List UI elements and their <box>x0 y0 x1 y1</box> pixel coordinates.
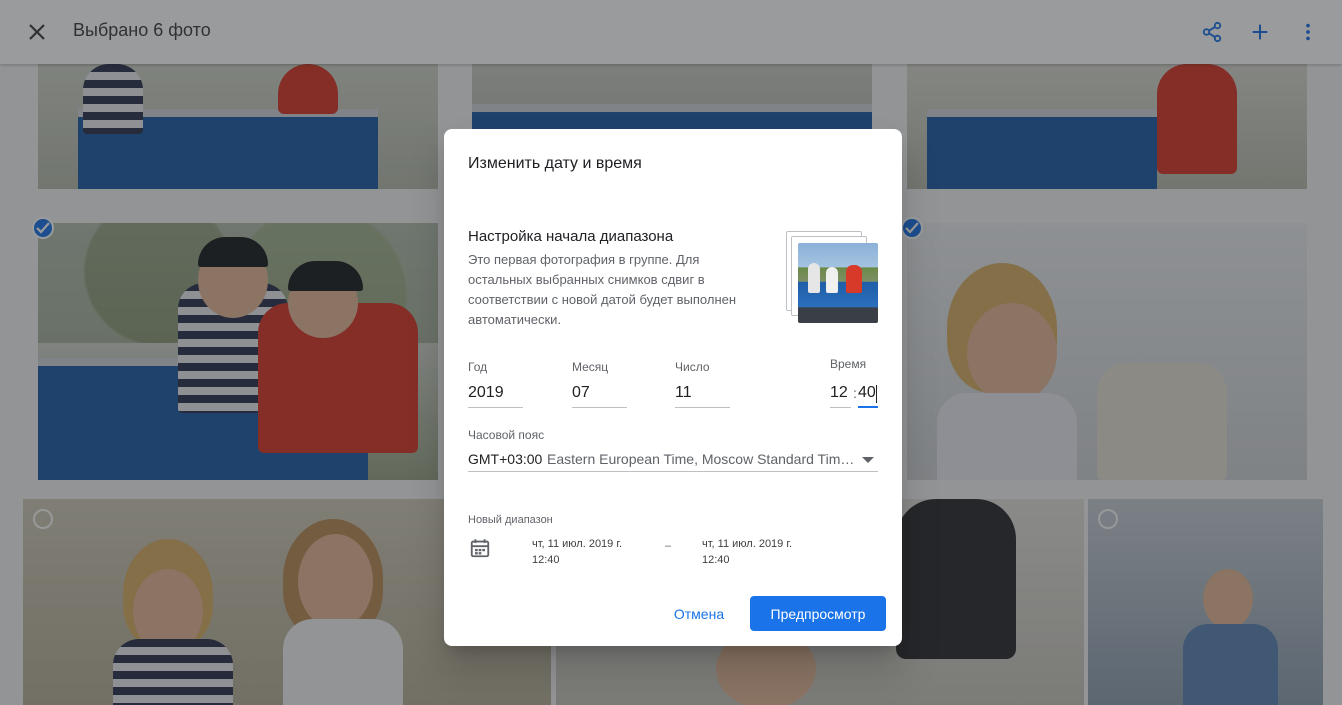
calendar-icon <box>469 537 491 559</box>
day-field[interactable]: Число 11 <box>675 360 730 408</box>
timezone-offset: GMT+03:00 <box>468 451 543 467</box>
first-photo-thumbnail <box>798 243 878 323</box>
text-cursor <box>876 385 877 403</box>
year-field[interactable]: Год 2019 <box>468 360 523 408</box>
change-date-time-dialog: Изменить дату и время Настройка начала д… <box>444 129 902 646</box>
cancel-button[interactable]: Отмена <box>659 596 739 632</box>
range-end-date: чт, 11 июл. 2019 г. <box>702 538 793 550</box>
year-label: Год <box>468 360 488 374</box>
day-label: Число <box>675 360 710 374</box>
range-separator: – <box>665 540 672 552</box>
time-separator: : <box>853 385 857 401</box>
range-start: чт, 11 июл. 2019 г. 12:40 <box>532 536 622 568</box>
time-label: Время <box>830 357 867 371</box>
month-label: Месяц <box>572 360 609 374</box>
range-start-time: 12:40 <box>532 554 560 566</box>
month-field[interactable]: Месяц 07 <box>572 360 627 408</box>
timezone-select[interactable]: GMT+03:00 Eastern European Time, Moscow … <box>468 450 878 472</box>
preview-button[interactable]: Предпросмотр <box>750 596 886 631</box>
month-value[interactable]: 07 <box>572 384 590 402</box>
day-value[interactable]: 11 <box>675 384 692 402</box>
time-field[interactable]: Время 12 : 40 <box>830 357 880 409</box>
time-hours[interactable]: 12 <box>830 384 848 402</box>
dialog-description: Это первая фотография в группе. Для оста… <box>468 252 737 327</box>
time-minutes[interactable]: 40 <box>858 384 876 402</box>
new-range-label: Новый диапазон <box>468 514 553 526</box>
range-end-time: 12:40 <box>702 554 730 566</box>
timezone-label: Часовой пояс <box>468 428 545 442</box>
dialog-title: Изменить дату и время <box>468 155 642 172</box>
dropdown-arrow-icon <box>862 457 874 463</box>
year-value[interactable]: 2019 <box>468 384 504 402</box>
timezone-name: Eastern European Time, Moscow Standard T… <box>547 451 857 467</box>
dialog-subtitle: Настройка начала диапазона <box>468 228 674 245</box>
photo-stack-preview <box>784 229 880 325</box>
range-start-date: чт, 11 июл. 2019 г. <box>532 538 623 550</box>
range-end: чт, 11 июл. 2019 г. 12:40 <box>702 536 792 568</box>
